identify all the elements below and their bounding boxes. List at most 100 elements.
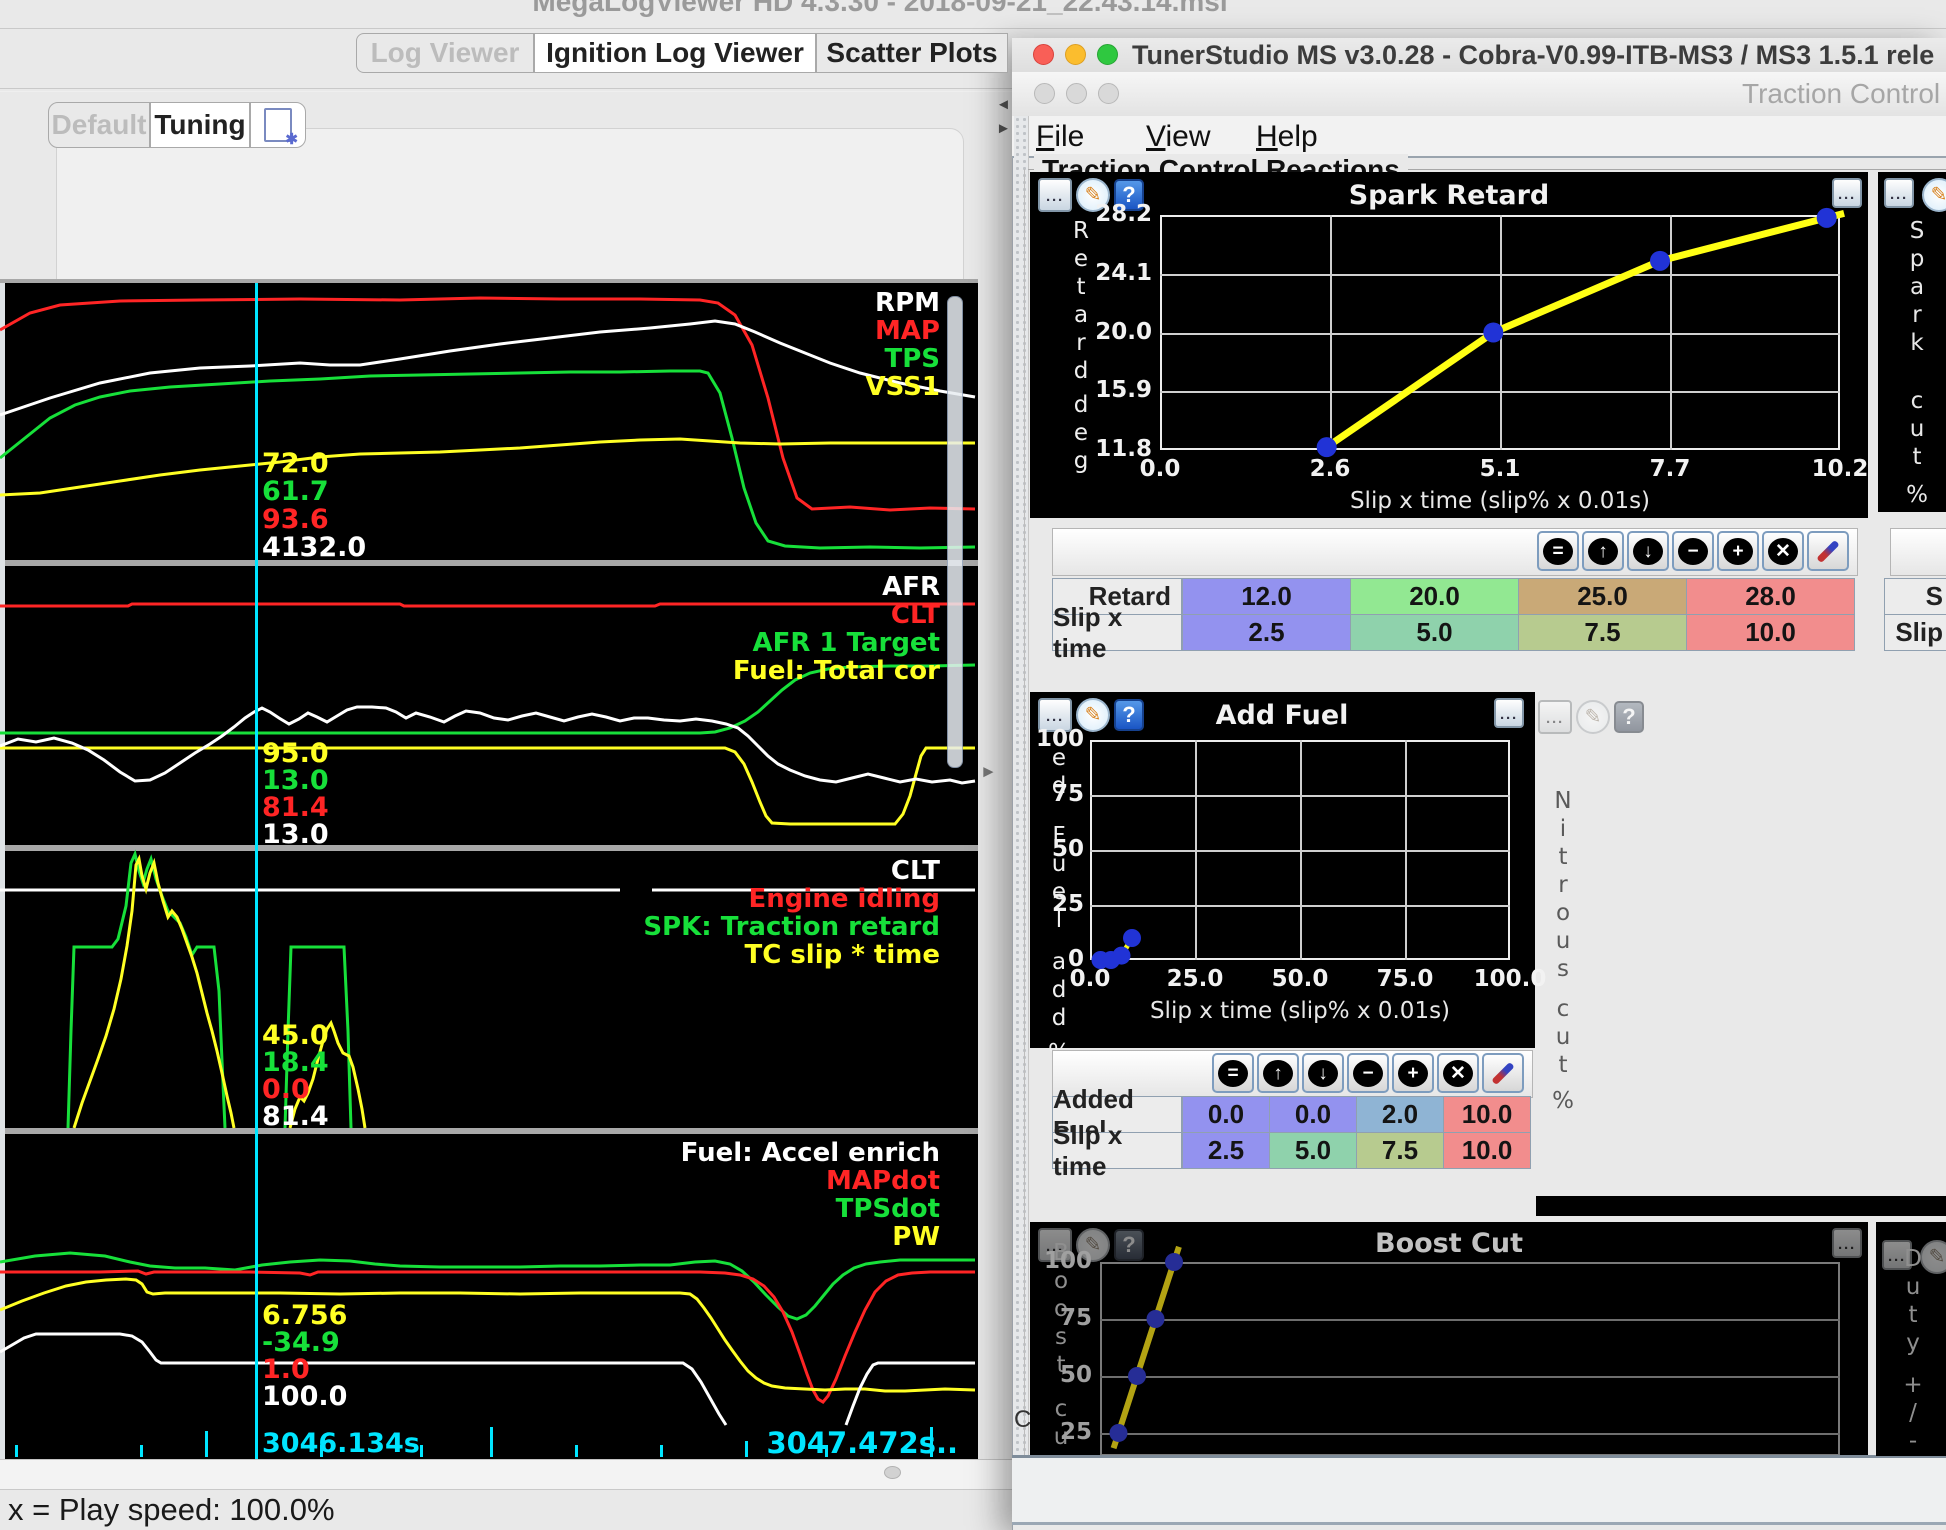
legend-mapdot: MAPdot bbox=[826, 1166, 940, 1196]
cursor-value: 100.0 bbox=[262, 1381, 347, 1412]
nitrous-panel-edge bbox=[1536, 1196, 1946, 1216]
duty-letter: t bbox=[1898, 1302, 1928, 1328]
curve-point[interactable] bbox=[1123, 929, 1141, 947]
table-cell[interactable]: 10.0 bbox=[1443, 1132, 1531, 1169]
up-arrow-button[interactable]: ↑ bbox=[1582, 531, 1624, 571]
timeline-tick bbox=[745, 1441, 748, 1457]
duty-letter: u bbox=[1898, 1274, 1928, 1300]
chart-scrollbar[interactable] bbox=[947, 296, 963, 768]
y-tick-label: 25 bbox=[992, 1419, 1092, 1445]
tab-scatter-plots[interactable]: Scatter Plots bbox=[816, 33, 1008, 73]
y-tick-label: 15.9 bbox=[1052, 377, 1152, 403]
duty-letter: / bbox=[1898, 1400, 1928, 1426]
table-cell[interactable]: 10.0 bbox=[1443, 1096, 1531, 1133]
nitrous-window-dots-icon[interactable]: ··· bbox=[1538, 700, 1572, 734]
log-panel-1[interactable] bbox=[0, 283, 978, 560]
table-cell[interactable]: 0.0 bbox=[1269, 1096, 1357, 1133]
minimize-button[interactable] bbox=[1065, 44, 1086, 65]
curve-point[interactable] bbox=[1128, 1367, 1146, 1385]
table-cell[interactable]: 20.0 bbox=[1350, 578, 1519, 615]
boost-cut-series[interactable] bbox=[1086, 1248, 1854, 1470]
curve-point[interactable] bbox=[1483, 323, 1503, 343]
legend-tpsdot: TPSdot bbox=[836, 1194, 940, 1224]
dialog-minimize-button[interactable] bbox=[1066, 83, 1087, 104]
view-tab-tuning[interactable]: Tuning bbox=[150, 102, 250, 148]
table-cell[interactable]: 12.0 bbox=[1182, 578, 1351, 615]
table-cell[interactable]: 5.0 bbox=[1269, 1132, 1357, 1169]
curve-point[interactable] bbox=[1113, 947, 1131, 965]
up-arrow-button[interactable]: ↑ bbox=[1257, 1053, 1299, 1093]
scroll-right-icon[interactable]: ► bbox=[996, 120, 1011, 137]
new-view-button[interactable]: ✱ bbox=[250, 102, 306, 148]
curve-point[interactable] bbox=[1165, 1253, 1183, 1271]
minus-button[interactable]: − bbox=[1347, 1053, 1389, 1093]
mlv-window-title: MegaLogViewer HD 4.3.30 - 2018-09-21_22.… bbox=[0, 0, 1760, 18]
table-cell[interactable]: 25.0 bbox=[1518, 578, 1687, 615]
resize-grip[interactable] bbox=[884, 1466, 901, 1479]
tab-ignition-log-viewer[interactable]: Ignition Log Viewer bbox=[534, 33, 816, 73]
table-cell[interactable]: 7.5 bbox=[1518, 614, 1687, 651]
close-button[interactable]: ✕ bbox=[1762, 531, 1804, 571]
timeline-tick bbox=[15, 1445, 18, 1457]
close-button[interactable]: ✕ bbox=[1437, 1053, 1479, 1093]
dialog-close-button[interactable] bbox=[1034, 83, 1055, 104]
view-tab-default[interactable]: Default bbox=[48, 102, 150, 148]
nitrous-letter: t bbox=[1548, 844, 1578, 870]
table-cell[interactable]: 2.5 bbox=[1182, 614, 1351, 651]
timeline-cursor-time: 3046.134s bbox=[262, 1428, 420, 1459]
plus-button[interactable]: + bbox=[1392, 1053, 1434, 1093]
legend-pw: PW bbox=[892, 1222, 940, 1252]
table-cell[interactable]: 7.5 bbox=[1356, 1132, 1444, 1169]
timeline-tick bbox=[140, 1445, 143, 1457]
table-cell[interactable]: 0.0 bbox=[1182, 1096, 1270, 1133]
scroll-right-icon[interactable]: ► bbox=[980, 762, 997, 782]
nitrous-help-icon[interactable]: ? bbox=[1614, 701, 1644, 733]
curve-point[interactable] bbox=[1110, 1424, 1128, 1442]
nitrous-letter: u bbox=[1548, 1024, 1578, 1050]
timeline-tick bbox=[490, 1427, 493, 1457]
curve-point[interactable] bbox=[1817, 208, 1837, 228]
y-tick-label: 24.1 bbox=[1052, 260, 1152, 286]
dialog-zoom-button[interactable] bbox=[1098, 83, 1119, 104]
cursor-value: 72.0 bbox=[262, 448, 329, 479]
legend-tps: TPS bbox=[884, 344, 940, 374]
plus-button[interactable]: + bbox=[1717, 531, 1759, 571]
curve-point[interactable] bbox=[1317, 437, 1337, 457]
spark-cut-window-dots-icon[interactable]: ··· bbox=[1884, 178, 1914, 208]
down-arrow-button[interactable]: ↓ bbox=[1302, 1053, 1344, 1093]
table-cell[interactable]: 10.0 bbox=[1686, 614, 1855, 651]
legend-fuel-total-cor: Fuel: Total cor bbox=[733, 656, 940, 686]
legend-vss1: VSS1 bbox=[866, 372, 941, 402]
y-tick-label: 75 bbox=[984, 781, 1084, 807]
partial-row-label: S bbox=[1884, 578, 1946, 615]
nitrous-letter: c bbox=[1548, 996, 1578, 1022]
table-cell[interactable]: 5.0 bbox=[1350, 614, 1519, 651]
close-button[interactable] bbox=[1033, 44, 1054, 65]
menu-help[interactable]: Help bbox=[1256, 120, 1318, 154]
pencil-button[interactable] bbox=[1482, 1053, 1524, 1093]
add-fuel-series[interactable] bbox=[1076, 726, 1524, 974]
spark-retard-series[interactable] bbox=[1146, 201, 1854, 464]
table-cell[interactable]: 2.0 bbox=[1356, 1096, 1444, 1133]
tab-log-viewer[interactable]: Log Viewer bbox=[356, 33, 534, 73]
dialog-title: Traction Control R bbox=[1742, 78, 1946, 110]
log-panel-2[interactable] bbox=[0, 566, 978, 845]
menu-view[interactable]: View bbox=[1146, 120, 1210, 154]
down-arrow-icon: ↓ bbox=[1308, 1060, 1338, 1087]
menu-file[interactable]: File bbox=[1036, 120, 1084, 154]
curve-point[interactable] bbox=[1650, 251, 1670, 271]
minus-button[interactable]: − bbox=[1672, 531, 1714, 571]
equals-button[interactable]: = bbox=[1537, 531, 1579, 571]
toolbar-fragment bbox=[1890, 528, 1946, 576]
table-cell[interactable]: 2.5 bbox=[1182, 1132, 1270, 1169]
zoom-button[interactable] bbox=[1097, 44, 1118, 65]
plus-icon: + bbox=[1398, 1060, 1428, 1087]
curve-point[interactable] bbox=[1147, 1310, 1165, 1328]
down-arrow-button[interactable]: ↓ bbox=[1627, 531, 1669, 571]
scroll-left-icon[interactable]: ◄ bbox=[996, 96, 1011, 113]
pencil-button[interactable] bbox=[1807, 531, 1849, 571]
cursor-line[interactable] bbox=[255, 283, 258, 1459]
table-cell[interactable]: 28.0 bbox=[1686, 578, 1855, 615]
nitrous-chat-pencil-icon[interactable]: ✎ bbox=[1576, 700, 1610, 734]
equals-button[interactable]: = bbox=[1212, 1053, 1254, 1093]
